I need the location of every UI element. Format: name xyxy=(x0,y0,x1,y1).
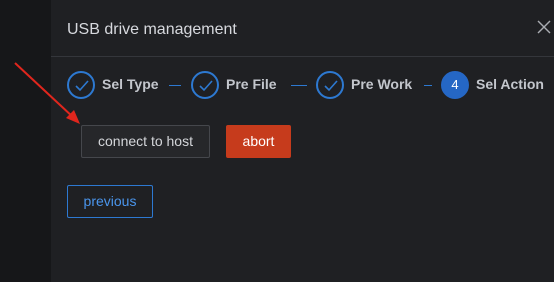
connect-to-host-button[interactable]: connect to host xyxy=(81,125,210,158)
step-connector xyxy=(424,85,432,86)
dialog-title: USB drive management xyxy=(67,21,237,38)
usb-drive-dialog: USB drive management Sel Type Pre File P… xyxy=(51,0,554,282)
check-icon xyxy=(67,71,95,99)
step-connector xyxy=(169,85,181,86)
close-icon[interactable] xyxy=(537,20,554,40)
step-number-badge: 4 xyxy=(441,71,469,99)
step-label: Pre Work xyxy=(351,76,413,92)
dialog-header: USB drive management xyxy=(51,0,554,57)
step-label: Sel Action xyxy=(476,76,544,92)
check-icon xyxy=(316,71,344,99)
step-label: Sel Type xyxy=(102,76,159,92)
step-label: Pre File xyxy=(226,76,277,92)
step-indicator: Sel Type Pre File Pre Work 4 Sel Action xyxy=(67,71,554,99)
step-number: 4 xyxy=(451,77,459,92)
check-icon xyxy=(191,71,219,99)
abort-button[interactable]: abort xyxy=(226,125,291,158)
previous-button[interactable]: previous xyxy=(67,185,153,218)
step-connector xyxy=(291,85,307,86)
